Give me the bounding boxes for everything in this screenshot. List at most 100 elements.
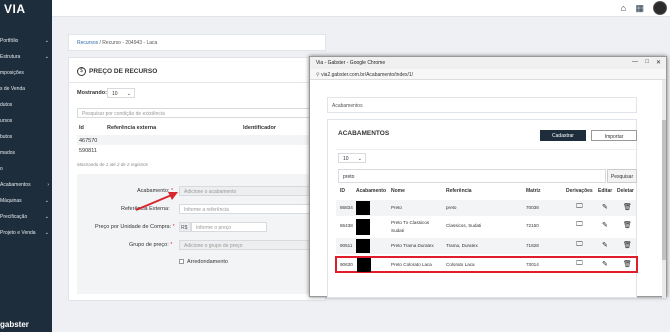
url-text: via2.gabster.com.br/Acabamento/index/1/ <box>321 72 414 78</box>
grupo-label: Grupo de preço: * <box>129 242 173 248</box>
column-editar: Editar <box>598 188 613 194</box>
close-icon[interactable]: ✕ <box>656 59 661 66</box>
sidebar: VIA Portfólio ⌄ Estrutura ⌄ mposições s de… <box>0 0 52 332</box>
chevron-down-icon: ⌄ <box>357 156 362 162</box>
minimize-icon[interactable]: — <box>632 59 638 65</box>
sidebar-item-recursos[interactable]: ursos <box>0 118 52 128</box>
column-derivacoes: Derivações <box>566 188 593 194</box>
table-row[interactable]: 467570 <box>77 135 325 145</box>
acabamento-swatch <box>356 219 370 235</box>
breadcrumb-recursos-link[interactable]: Recursos <box>77 40 98 46</box>
table-footer: Mostrando de 1 até 2 de 2 registros <box>77 162 149 167</box>
dollar-icon: $ <box>77 67 86 76</box>
sidebar-item-formados[interactable]: mados <box>0 150 52 160</box>
sidebar-item-listas-de-venda[interactable]: s de Venda <box>0 86 52 96</box>
table-row[interactable]: 86438 Preto Tx Classicos Sudati Classico… <box>336 218 636 236</box>
trash-icon[interactable]: 🗑 <box>623 260 632 268</box>
home-icon[interactable]: ⌂ <box>621 3 626 13</box>
trash-icon[interactable]: 🗑 <box>623 203 632 211</box>
divider <box>69 82 327 83</box>
sidebar-item-acabamentos[interactable]: Acabamentos › <box>0 182 52 192</box>
breadcrumb: Recursos / Recurso - 204943 - Laca <box>68 34 326 51</box>
chevron-right-icon: › <box>47 182 49 188</box>
page-size-select[interactable]: 10 ⌄ <box>338 153 366 163</box>
chevron-down-icon: ⌄ <box>44 38 49 44</box>
derivacoes-icon[interactable]: 🖵 <box>576 241 583 249</box>
trash-icon[interactable]: 🗑 <box>623 241 632 249</box>
chevron-down-icon: ⌄ <box>126 91 131 97</box>
sidebar-item-atributos[interactable]: butos <box>0 134 52 144</box>
annotation-arrow <box>135 192 178 211</box>
derivacoes-icon[interactable]: 🖵 <box>576 221 583 229</box>
acabamentos-breadcrumb: Acabamentos <box>327 97 637 113</box>
column-acabamento: Acabamento <box>356 188 387 194</box>
divider <box>336 149 638 150</box>
chevron-down-icon: ⌄ <box>44 230 49 236</box>
window-title: Via - Gabster - Google Chrome <box>316 60 386 66</box>
resource-price-card: $ PREÇO DE RECURSO Mostrando: 10 ⌄ Pesqui… <box>68 57 327 301</box>
page-size-select[interactable]: 10 ⌄ <box>107 88 135 98</box>
window-titlebar: Via - Gabster - Google Chrome — □ ✕ <box>310 57 666 69</box>
acabamento-input[interactable]: Adicione o acabamento <box>179 186 325 196</box>
acabamentos-page: Acabamentos ACABAMENTOS Cadastrar Import… <box>327 97 646 298</box>
column-id: Id <box>79 125 84 131</box>
sidebar-item-estrutura[interactable]: Estrutura ⌄ <box>0 54 52 64</box>
sidebar-item-o[interactable]: o <box>0 166 52 176</box>
sidebar-item-maquinas[interactable]: Máquinas ⌄ <box>0 198 52 208</box>
edit-icon[interactable]: ✎ <box>602 221 608 229</box>
column-deletar: Deletar <box>617 188 634 194</box>
derivacoes-icon[interactable]: 🖵 <box>576 260 583 268</box>
column-identificador: Identificador <box>243 125 277 131</box>
browser-window: Via - Gabster - Google Chrome — □ ✕ ⚲ vi… <box>309 56 667 298</box>
column-nome: Nome <box>391 188 405 194</box>
importar-button[interactable]: Importar <box>591 130 637 141</box>
apps-grid-icon[interactable]: ▦ <box>635 3 644 14</box>
scrollbar[interactable] <box>662 80 666 298</box>
preco-label: Preço por Unidade de Compra: * <box>95 224 175 230</box>
derivacoes-icon[interactable]: 🖵 <box>576 203 583 211</box>
search-input[interactable]: Pesquisar por condição de existência <box>77 108 325 118</box>
acabamento-swatch <box>356 239 370 253</box>
scrollbar-thumb[interactable] <box>662 120 666 260</box>
acabamentos-title: ACABAMENTOS <box>338 130 390 137</box>
table-row-highlighted[interactable]: 90630 Preto Colorato Laca Colorato Laca … <box>335 256 638 273</box>
acabamentos-card: ACABAMENTOS Cadastrar Importar 10 ⌄ preto… <box>327 119 638 298</box>
grupo-input[interactable]: Adicione o grupo de preço <box>179 240 325 250</box>
table-row[interactable]: 590811 <box>77 145 325 155</box>
arredondamento-checkbox[interactable] <box>179 259 184 264</box>
sidebar-item-projeto-e-venda[interactable]: Projeto e Venda ⌄ <box>0 230 52 240</box>
search-input[interactable]: preto <box>338 169 606 183</box>
column-referencia: Referência <box>446 188 472 194</box>
site-info-icon[interactable]: ⚲ <box>316 72 320 78</box>
avatar[interactable] <box>653 1 667 15</box>
ref-externa-input[interactable]: Informe a referência <box>179 204 325 214</box>
edit-icon[interactable]: ✎ <box>602 203 608 211</box>
sidebar-item-composicoes[interactable]: mposições <box>0 70 52 80</box>
edit-icon[interactable]: ✎ <box>602 241 608 249</box>
app-logo: VIA <box>4 2 26 16</box>
table-row[interactable]: 86834 Preto preto 70038 🖵 ✎ 🗑 <box>336 200 636 216</box>
chevron-down-icon: ⌄ <box>44 198 49 204</box>
page-title: PREÇO DE RECURSO <box>89 68 158 75</box>
edit-icon[interactable]: ✎ <box>602 260 608 268</box>
footer-logo: gabster <box>0 320 29 329</box>
showing-label: Mostrando: <box>77 90 107 96</box>
sidebar-item-produtos[interactable]: dutos <box>0 102 52 112</box>
breadcrumb-current: Recurso - 204943 - Laca <box>102 40 158 46</box>
cadastrar-button[interactable]: Cadastrar <box>540 130 586 141</box>
pesquisar-button[interactable]: Pesquisar <box>607 169 637 183</box>
column-id: ID <box>340 188 345 194</box>
sidebar-item-portfolio[interactable]: Portfólio ⌄ <box>0 38 52 48</box>
table-row[interactable]: 90511 Preto Trama Duratex Trama, Duratex… <box>336 238 636 254</box>
url-bar[interactable]: ⚲ via2.gabster.com.br/Acabamento/index/1… <box>310 69 666 80</box>
maximize-icon[interactable]: □ <box>645 59 649 65</box>
chevron-down-icon: ⌄ <box>44 54 49 60</box>
column-matriz: Matriz <box>526 188 541 194</box>
column-ref-externa: Referência externa <box>107 125 157 131</box>
chevron-down-icon: ⌄ <box>44 214 49 220</box>
preco-input[interactable]: Informe o preço <box>191 222 267 232</box>
trash-icon[interactable]: 🗑 <box>623 221 632 229</box>
sidebar-item-precificacao[interactable]: Precificação ⌄ <box>0 214 52 224</box>
acabamento-swatch <box>356 201 370 215</box>
topbar: ⌂ ▦ <box>52 0 670 17</box>
